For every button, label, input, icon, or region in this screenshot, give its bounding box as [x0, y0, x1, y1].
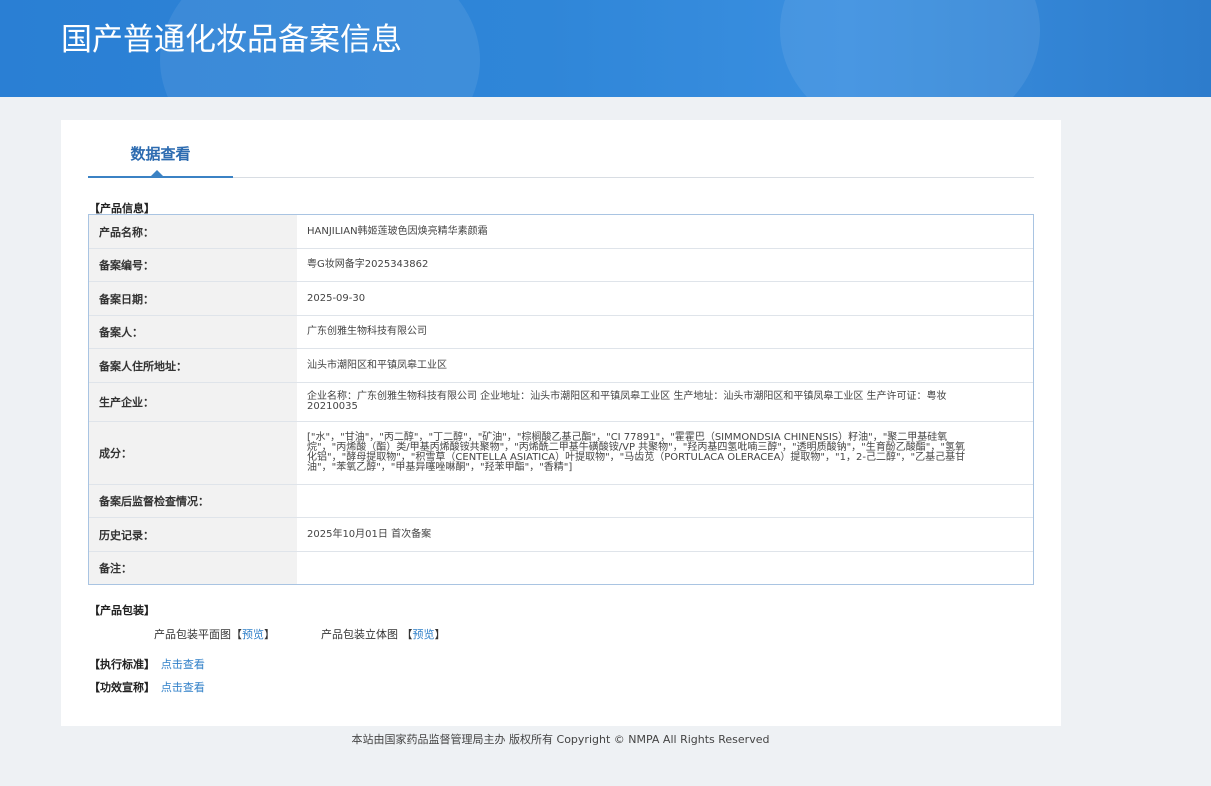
package-solid-preview-link[interactable]: 预览 — [413, 628, 435, 641]
tab-label: 数据查看 — [130, 145, 191, 163]
row-value: 2025-09-30 — [307, 292, 366, 304]
row-label: 备案编号： — [89, 249, 297, 281]
standard-heading: 【执行标准】 — [89, 658, 155, 671]
detail-card: 数据查看 【产品信息】 产品名称： HANJILIAN韩姬莲玻色因焕亮精华素颜霜… — [61, 120, 1061, 726]
row-label: 成分： — [89, 422, 297, 484]
row-value — [297, 552, 1033, 584]
row-value: HANJILIAN韩姬莲玻色因焕亮精华素颜霜 — [307, 225, 488, 237]
tab-data-view[interactable]: 数据查看 — [88, 120, 233, 178]
package-plan-preview-link[interactable]: 预览 — [242, 628, 264, 641]
table-row: 历史记录： 2025年10月01日 首次备案 — [89, 518, 1033, 552]
claims-view-link[interactable]: 点击查看 — [161, 681, 205, 694]
tab-bar: 数据查看 — [88, 120, 1034, 178]
row-value: 汕头市潮阳区和平镇凤皋工业区 — [307, 359, 447, 371]
standard-row: 【执行标准】 点击查看 — [89, 656, 205, 672]
bracket: 【 — [231, 628, 242, 641]
tab-active-indicator — [151, 170, 163, 176]
row-label: 备案日期： — [89, 282, 297, 315]
row-value: 广东创雅生物科技有限公司 — [307, 326, 427, 337]
package-solid-label: 产品包装立体图 — [321, 628, 398, 641]
row-label: 备案人住所地址： — [89, 349, 297, 382]
row-label: 生产企业： — [89, 383, 297, 421]
table-row: 成分： ["水"，"甘油"，"丙二醇"，"丁二醇"，"矿油"，"棕榈酸乙基己酯"… — [89, 422, 1033, 485]
claims-row: 【功效宣称】 点击查看 — [89, 679, 205, 695]
row-value: ["水"，"甘油"，"丙二醇"，"丁二醇"，"矿油"，"棕榈酸乙基己酯"，"CI… — [307, 432, 966, 473]
table-row: 备案日期： 2025-09-30 — [89, 282, 1033, 316]
table-row: 备案后监督检查情况： — [89, 485, 1033, 518]
package-solid-item: 产品包装立体图 【预览】 — [321, 626, 446, 642]
package-plan-item: 产品包装平面图【预览】 — [154, 626, 275, 642]
row-label: 备案后监督检查情况： — [89, 485, 297, 517]
table-row: 备案编号： 粤G妆网备字2025343862 — [89, 249, 1033, 282]
bracket: 】 — [434, 628, 446, 641]
table-row: 备案人住所地址： 汕头市潮阳区和平镇凤皋工业区 — [89, 349, 1033, 383]
banner-decoration — [780, 0, 1040, 97]
row-label: 备案人： — [89, 316, 297, 348]
bracket: 【 — [401, 628, 413, 641]
row-label: 备注： — [89, 552, 297, 584]
row-value: 粤G妆网备字2025343862 — [307, 259, 429, 270]
row-value: 企业名称：广东创雅生物科技有限公司 企业地址：汕头市潮阳区和平镇凤皋工业区 生产… — [307, 391, 947, 412]
row-label: 产品名称： — [89, 215, 297, 248]
footer-copyright: 本站由国家药品监督管理局主办 版权所有 Copyright © NMPA All… — [351, 733, 770, 746]
claims-heading: 【功效宣称】 — [89, 681, 155, 694]
package-plan-label: 产品包装平面图 — [154, 628, 231, 641]
page-title: 国产普通化妆品备案信息 — [61, 22, 402, 58]
product-info-table: 产品名称： HANJILIAN韩姬莲玻色因焕亮精华素颜霜 备案编号： 粤G妆网备… — [88, 214, 1034, 585]
table-row: 生产企业： 企业名称：广东创雅生物科技有限公司 企业地址：汕头市潮阳区和平镇凤皋… — [89, 383, 1033, 422]
header-banner: 国产普通化妆品备案信息 — [0, 0, 1211, 97]
table-row: 备案人： 广东创雅生物科技有限公司 — [89, 316, 1033, 349]
row-value: 2025年10月01日 首次备案 — [307, 528, 432, 540]
packaging-heading: 【产品包装】 — [89, 604, 155, 617]
table-row: 备注： — [89, 552, 1033, 584]
row-label: 历史记录： — [89, 518, 297, 551]
row-value — [297, 485, 1033, 517]
bracket: 】 — [264, 628, 275, 641]
table-row: 产品名称： HANJILIAN韩姬莲玻色因焕亮精华素颜霜 — [89, 215, 1033, 249]
standard-view-link[interactable]: 点击查看 — [161, 658, 205, 671]
